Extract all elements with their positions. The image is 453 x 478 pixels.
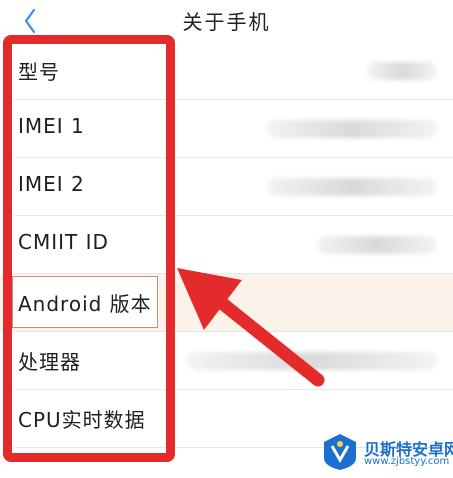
list-item-label: IMEI 1 (18, 114, 85, 138)
list-item-label: 型号 (18, 60, 60, 84)
list-item-label: Android 版本 (18, 292, 152, 316)
list-item-imei1[interactable]: IMEI 1 (0, 100, 453, 158)
blurred-value (317, 236, 437, 254)
list-item-label: IMEI 2 (18, 172, 85, 196)
watermark-logo-icon (324, 434, 356, 470)
list-item-android-version[interactable]: Android 版本 (0, 274, 453, 332)
list-item-model[interactable]: 型号 (0, 42, 453, 100)
blurred-value (267, 120, 437, 138)
title-bar: 关于手机 (0, 0, 453, 42)
page-title: 关于手机 (182, 10, 271, 34)
watermark-url: www.zjbstyy.com (364, 456, 450, 467)
watermark: 贝斯特安卓网 www.zjbstyy.com (320, 432, 453, 474)
list-item-label: 处理器 (18, 350, 81, 374)
list-item-label: CMIIT ID (18, 230, 109, 254)
blurred-value (367, 62, 437, 80)
list-item-cmiit-id[interactable]: CMIIT ID (0, 216, 453, 274)
list-item-imei2[interactable]: IMEI 2 (0, 158, 453, 216)
list-item-label: CPU实时数据 (18, 408, 146, 432)
list-item-processor[interactable]: 处理器 (0, 332, 453, 390)
blurred-value (187, 352, 437, 370)
blurred-value (267, 178, 437, 196)
